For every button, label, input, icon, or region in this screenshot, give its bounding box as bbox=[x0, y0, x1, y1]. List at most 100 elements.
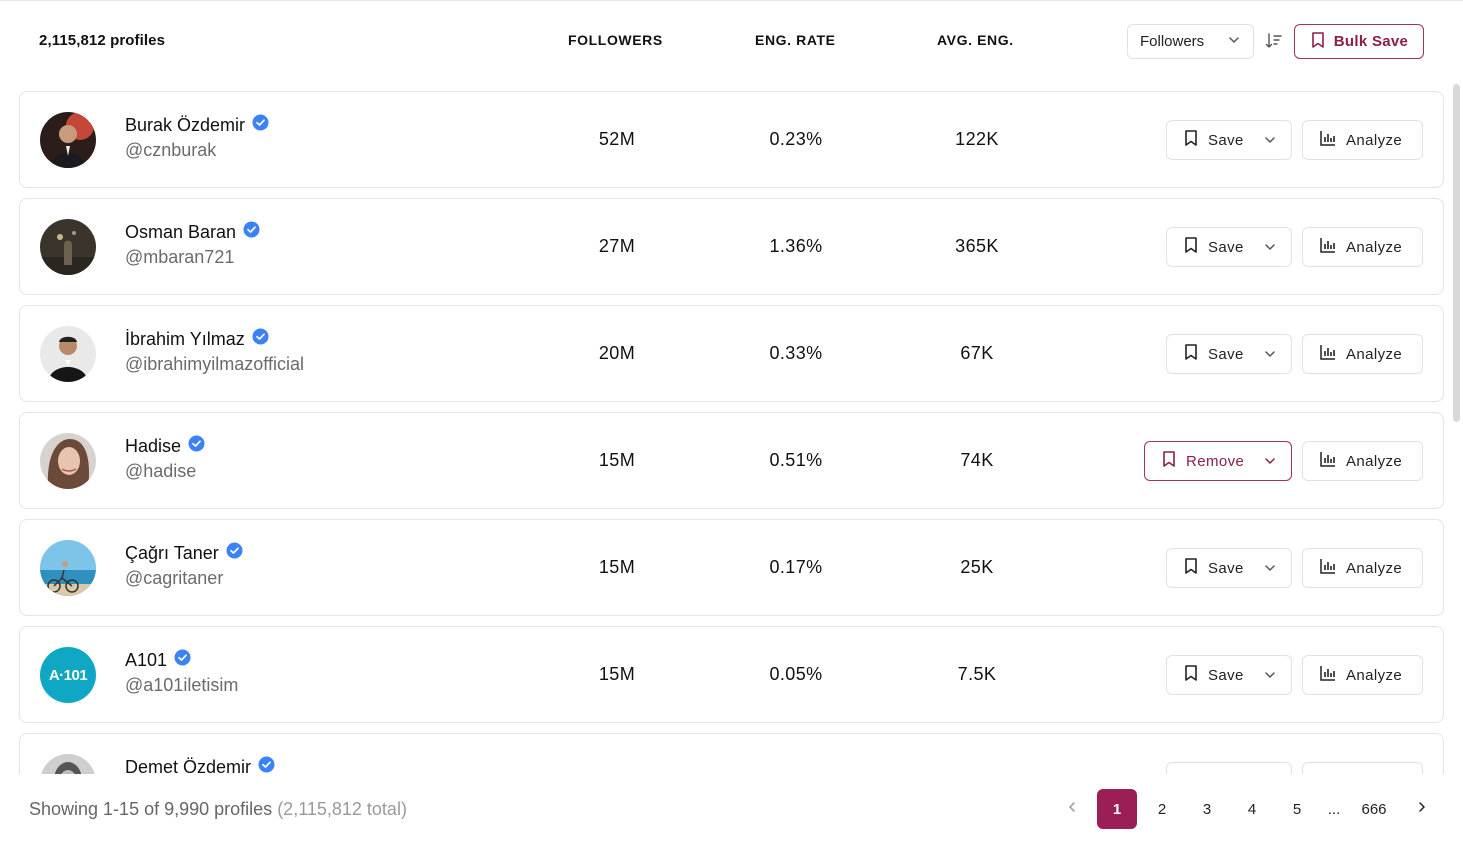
profile-card[interactable]: Osman Baran @mbaran721 27M 1.36% 365K Sa… bbox=[19, 198, 1444, 295]
page-button-3[interactable]: 3 bbox=[1187, 789, 1227, 829]
pagination-footer: Showing 1-15 of 9,990 profiles (2,115,81… bbox=[0, 774, 1463, 841]
profile-handle[interactable]: @cznburak bbox=[125, 140, 216, 161]
profile-name[interactable]: Çağrı Taner bbox=[125, 543, 219, 564]
analyze-button[interactable] bbox=[1302, 762, 1423, 774]
bookmark-icon bbox=[1310, 31, 1326, 53]
avatar[interactable] bbox=[40, 219, 96, 275]
analyze-button[interactable]: Analyze bbox=[1302, 548, 1423, 588]
verified-icon bbox=[258, 756, 275, 774]
bar-chart-icon bbox=[1319, 664, 1337, 686]
showing-summary: Showing 1-15 of 9,990 profiles (2,115,81… bbox=[29, 799, 407, 820]
profile-name[interactable]: A101 bbox=[125, 650, 167, 671]
sort-by-value: Followers bbox=[1140, 33, 1205, 50]
avg-eng-value: 122K bbox=[955, 129, 999, 149]
sort-order-icon[interactable] bbox=[1262, 29, 1286, 53]
profile-card[interactable]: Hadise @hadise 15M 0.51% 74K Remove Anal… bbox=[19, 412, 1444, 509]
prev-page-button[interactable] bbox=[1052, 789, 1092, 829]
scrollbar-thumb[interactable] bbox=[1453, 84, 1460, 422]
analyze-button[interactable]: Analyze bbox=[1302, 334, 1423, 374]
profile-card[interactable]: A·101 A101 @a101iletisim 15M 0.05% 7.5K … bbox=[19, 626, 1444, 723]
profile-name[interactable]: Demet Özdemir bbox=[125, 757, 251, 775]
eng-rate-value: 0.33% bbox=[769, 343, 823, 363]
bulk-save-button[interactable]: Bulk Save bbox=[1294, 24, 1424, 59]
chevron-left-icon bbox=[1065, 800, 1079, 818]
remove-button[interactable]: Remove bbox=[1144, 441, 1292, 481]
save-label: Save bbox=[1208, 238, 1244, 256]
eng-rate-value: 0.17% bbox=[769, 557, 823, 577]
bookmark-icon bbox=[1183, 343, 1199, 365]
profile-card[interactable]: Demet Özdemir bbox=[19, 733, 1444, 774]
chevron-right-icon bbox=[1415, 800, 1429, 818]
eng-rate-value: 0.05% bbox=[769, 664, 823, 684]
column-header-avg-eng[interactable]: AVG. ENG. bbox=[937, 32, 1014, 48]
column-header-eng-rate[interactable]: ENG. RATE bbox=[755, 32, 836, 48]
eng-rate-value: 1.36% bbox=[769, 236, 823, 256]
analyze-label: Analyze bbox=[1346, 238, 1403, 256]
save-button[interactable]: Save bbox=[1166, 548, 1292, 588]
profile-card[interactable]: Burak Özdemir @cznburak 52M 0.23% 122K S… bbox=[19, 91, 1444, 188]
profile-name[interactable]: Burak Özdemir bbox=[125, 115, 245, 136]
avatar[interactable] bbox=[40, 326, 96, 382]
profile-handle[interactable]: @a101iletisim bbox=[125, 675, 238, 696]
verified-icon bbox=[174, 649, 191, 671]
save-button[interactable]: Save bbox=[1166, 334, 1292, 374]
page-button-5[interactable]: 5 bbox=[1277, 789, 1317, 829]
avatar[interactable] bbox=[40, 112, 96, 168]
save-button[interactable]: Save bbox=[1166, 655, 1292, 695]
avatar[interactable]: A·101 bbox=[40, 647, 96, 703]
bar-chart-icon bbox=[1319, 557, 1337, 579]
chevron-down-icon[interactable] bbox=[1263, 347, 1277, 365]
profiles-count: 2,115,812 profiles bbox=[39, 32, 166, 49]
chevron-down-icon[interactable] bbox=[1263, 240, 1277, 258]
sort-by-select[interactable]: Followers bbox=[1127, 24, 1254, 59]
profile-handle[interactable]: @cagritaner bbox=[125, 568, 223, 589]
profile-handle[interactable]: @hadise bbox=[125, 461, 196, 482]
page-button-1[interactable]: 1 bbox=[1097, 789, 1137, 829]
eng-rate-value: 0.51% bbox=[769, 450, 823, 470]
profile-card[interactable]: İbrahim Yılmaz @ibrahimyilmazofficial 20… bbox=[19, 305, 1444, 402]
showing-total: (2,115,812 total) bbox=[277, 799, 407, 819]
page-button-2[interactable]: 2 bbox=[1142, 789, 1182, 829]
analyze-label: Analyze bbox=[1346, 559, 1403, 577]
profile-name[interactable]: Osman Baran bbox=[125, 222, 236, 243]
followers-value: 15M bbox=[598, 450, 636, 470]
avg-eng-value: 25K bbox=[960, 557, 994, 577]
save-button[interactable] bbox=[1166, 762, 1292, 774]
column-header-followers[interactable]: FOLLOWERS bbox=[568, 32, 663, 48]
analyze-button[interactable]: Analyze bbox=[1302, 655, 1423, 695]
save-label: Save bbox=[1208, 131, 1244, 149]
page-button-4[interactable]: 4 bbox=[1232, 789, 1272, 829]
analyze-button[interactable]: Analyze bbox=[1302, 441, 1423, 481]
bar-chart-icon bbox=[1319, 236, 1337, 258]
chevron-down-icon bbox=[1227, 33, 1241, 51]
profile-handle[interactable]: @mbaran721 bbox=[125, 247, 234, 268]
profile-name[interactable]: Hadise bbox=[125, 436, 181, 457]
next-page-button[interactable] bbox=[1402, 789, 1442, 829]
analyze-button[interactable]: Analyze bbox=[1302, 120, 1423, 160]
page-ellipsis: ... bbox=[1327, 800, 1341, 818]
pagination: 1 2 3 4 5 ... 666 bbox=[1052, 789, 1447, 829]
profile-card[interactable]: Çağrı Taner @cagritaner 15M 0.17% 25K Sa… bbox=[19, 519, 1444, 616]
save-button[interactable]: Save bbox=[1166, 227, 1292, 267]
chevron-down-icon[interactable] bbox=[1263, 561, 1277, 579]
verified-icon bbox=[252, 328, 269, 350]
followers-value: 15M bbox=[598, 664, 636, 684]
showing-range: Showing 1-15 of 9,990 profiles bbox=[29, 799, 273, 819]
analyze-label: Analyze bbox=[1346, 666, 1403, 684]
page-button-last[interactable]: 666 bbox=[1351, 789, 1397, 829]
avatar[interactable] bbox=[40, 754, 96, 774]
profile-list[interactable]: Burak Özdemir @cznburak 52M 0.23% 122K S… bbox=[0, 82, 1450, 774]
verified-icon bbox=[252, 114, 269, 136]
analyze-button[interactable]: Analyze bbox=[1302, 227, 1423, 267]
chevron-down-icon[interactable] bbox=[1263, 668, 1277, 686]
chevron-down-icon[interactable] bbox=[1263, 133, 1277, 151]
avg-eng-value: 7.5K bbox=[957, 664, 997, 684]
profile-name[interactable]: İbrahim Yılmaz bbox=[125, 329, 245, 350]
save-button[interactable]: Save bbox=[1166, 120, 1292, 160]
chevron-down-icon[interactable] bbox=[1263, 454, 1277, 472]
save-label: Save bbox=[1208, 666, 1244, 684]
avatar[interactable] bbox=[40, 433, 96, 489]
avatar[interactable] bbox=[40, 540, 96, 596]
bar-chart-icon bbox=[1319, 129, 1337, 151]
profile-handle[interactable]: @ibrahimyilmazofficial bbox=[125, 354, 304, 375]
